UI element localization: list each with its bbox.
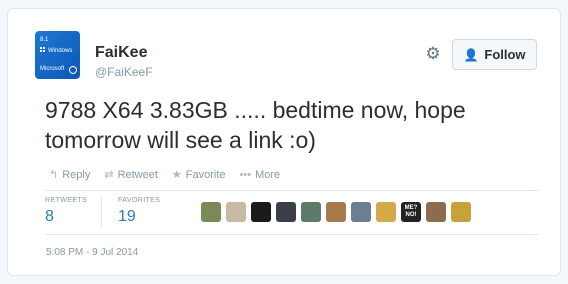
favoriter-avatar[interactable] [426,202,446,222]
favoriter-avatar[interactable] [251,202,271,222]
reply-icon: ↰ [49,169,59,181]
follow-button-label: Follow [484,47,526,62]
avatar-badge-icon [69,66,77,74]
avatar-text-windows: Windows [48,48,73,54]
tweet-timestamp[interactable]: 5:08 PM - 9 Jul 2014 [46,247,138,258]
favoriter-avatar[interactable] [451,202,471,222]
add-user-icon: 👤 [463,47,479,62]
tweet-text: 9788 X64 3.83GB ..... bedtime now, hope … [45,97,466,153]
user-handle[interactable]: @FaiKeeF [95,65,153,79]
avatar-text-microsoft: Microsoft [40,66,65,72]
more-action[interactable]: ••• More [240,168,281,181]
divider [45,190,539,191]
favorite-action[interactable]: ★ Favorite [171,168,226,182]
favorites-stat[interactable]: FAVORITES 19 [118,197,160,226]
star-icon: ★ [171,169,182,181]
favoriter-avatar[interactable] [276,202,296,222]
retweet-action[interactable]: ⇄ Retweet [104,168,158,182]
avatar-text-version: 8.1 [40,37,49,43]
display-name[interactable]: FaiKee [95,44,147,62]
follow-button[interactable]: 👤 Follow [452,39,537,70]
reply-action[interactable]: ↰ Reply [49,168,91,182]
favorites-count: 19 [118,208,136,225]
favoriter-avatar[interactable] [326,202,346,222]
more-icon: ••• [239,168,252,181]
reply-label: Reply [62,168,91,181]
divider [45,234,539,235]
avatar[interactable]: 8.1 Windows Microsoft [35,31,80,79]
favoriter-avatar[interactable] [226,202,246,222]
retweets-count: 8 [45,208,54,225]
more-label: More [255,168,281,181]
favorites-label: FAVORITES [118,197,161,204]
retweet-icon: ⇄ [104,169,114,181]
stat-divider [101,197,102,227]
retweets-stat[interactable]: RETWEETS 8 [45,197,87,226]
tweet-actions: ↰ Reply ⇄ Retweet ★ Favorite ••• More [49,168,281,182]
retweets-label: RETWEETS [45,197,88,204]
favoriters-list: ME? NO! [201,202,471,222]
favoriter-avatar[interactable] [301,202,321,222]
favorite-label: Favorite [185,168,226,181]
favoriter-avatar[interactable] [376,202,396,222]
gear-icon[interactable]: ⚙ [424,45,442,63]
favoriter-avatar[interactable] [201,202,221,222]
favoriter-avatar[interactable]: ME? NO! [401,202,421,222]
favoriter-avatar[interactable] [351,202,371,222]
retweet-label: Retweet [117,168,158,181]
windows-logo-icon [40,47,46,53]
tweet-card: 8.1 Windows Microsoft FaiKee @FaiKeeF ⚙ … [7,8,561,276]
